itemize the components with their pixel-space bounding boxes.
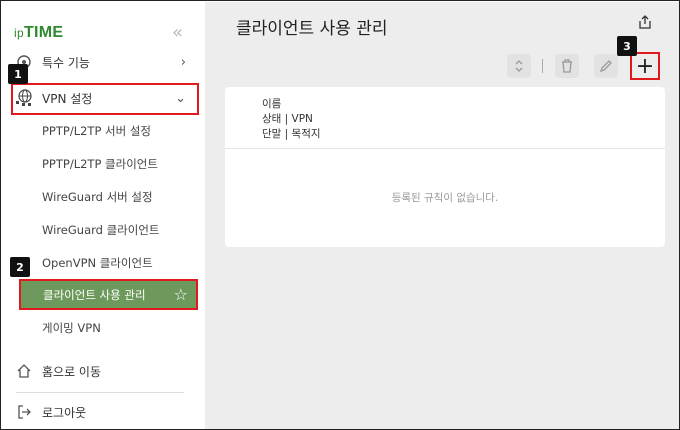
column-header-status-vpn: 상태 | VPN xyxy=(262,113,313,125)
sort-arrows-icon xyxy=(515,60,523,72)
pencil-icon xyxy=(599,60,612,73)
empty-state-message: 등록된 규칙이 없습니다. xyxy=(391,192,499,204)
sidebar-subitem-openvpn-client[interactable]: OpenVPN 클라이언트 xyxy=(42,255,153,271)
sidebar-subitem-gaming-vpn[interactable]: 게이밍 VPN xyxy=(42,320,101,336)
star-icon[interactable]: ☆ xyxy=(174,285,188,304)
home-icon xyxy=(14,361,34,381)
sidebar-item-label: 특수 기능 xyxy=(42,55,90,70)
column-header-device-destination: 단말 | 목적지 xyxy=(262,128,321,140)
logo: ipTIME xyxy=(14,24,63,42)
sidebar-item-label: 홈으로 이동 xyxy=(42,364,102,379)
table-header: 이름 상태 | VPN 단말 | 목적지 xyxy=(225,87,665,149)
sidebar-divider xyxy=(16,392,184,393)
sidebar-item-special-features[interactable]: 특수 기능 › xyxy=(12,48,198,76)
sidebar-subitem-label: 클라이언트 사용 관리 xyxy=(43,287,146,302)
logo-prefix: ip xyxy=(14,26,24,40)
page-title: 클라이언트 사용 관리 xyxy=(236,19,388,39)
screenshot-frame: ipTIME « 특수 기능 › VPN 설정 ⌄ 1 PPTP/L2TP 서버… xyxy=(0,0,680,430)
step-badge-3: 3 xyxy=(617,36,637,56)
rules-table: 이름 상태 | VPN 단말 | 목적지 등록된 규칙이 없습니다. xyxy=(225,87,665,247)
column-header-name: 이름 xyxy=(262,98,282,110)
sidebar-item-label: 로그아웃 xyxy=(42,405,87,420)
logout-icon xyxy=(14,402,34,422)
export-icon[interactable] xyxy=(637,14,655,32)
edit-button[interactable] xyxy=(594,54,618,78)
highlight-box-vpn xyxy=(11,83,199,115)
add-button[interactable]: + xyxy=(630,52,660,80)
toolbar-divider xyxy=(542,59,543,73)
sidebar: ipTIME « 특수 기능 › VPN 설정 ⌄ 1 PPTP/L2TP 서버… xyxy=(2,2,205,429)
sidebar-subitem-wireguard-server[interactable]: WireGuard 서버 설정 xyxy=(42,189,153,205)
collapse-sidebar-icon[interactable]: « xyxy=(172,22,183,43)
sidebar-subitem-pptp-server[interactable]: PPTP/L2TP 서버 설정 xyxy=(42,123,151,139)
sidebar-subitem-client-usage-active[interactable]: 클라이언트 사용 관리 ☆ xyxy=(19,279,198,310)
delete-button[interactable] xyxy=(555,54,579,78)
step-badge-1: 1 xyxy=(8,64,28,84)
sidebar-item-logout[interactable]: 로그아웃 xyxy=(12,398,198,426)
reorder-button[interactable] xyxy=(507,54,531,78)
logo-name: TIME xyxy=(23,24,64,41)
sidebar-item-home[interactable]: 홈으로 이동 xyxy=(12,357,198,385)
main-panel: 클라이언트 사용 관리 + 3 이름 상태 | VPN 단말 | 목적지 등록된… xyxy=(205,2,679,429)
step-badge-2: 2 xyxy=(10,257,30,277)
plus-icon: + xyxy=(635,53,655,79)
trash-icon xyxy=(562,59,572,73)
sidebar-subitem-wireguard-client[interactable]: WireGuard 클라이언트 xyxy=(42,222,160,238)
sidebar-subitem-pptp-client[interactable]: PPTP/L2TP 클라이언트 xyxy=(42,156,158,172)
chevron-right-icon: › xyxy=(180,54,186,70)
